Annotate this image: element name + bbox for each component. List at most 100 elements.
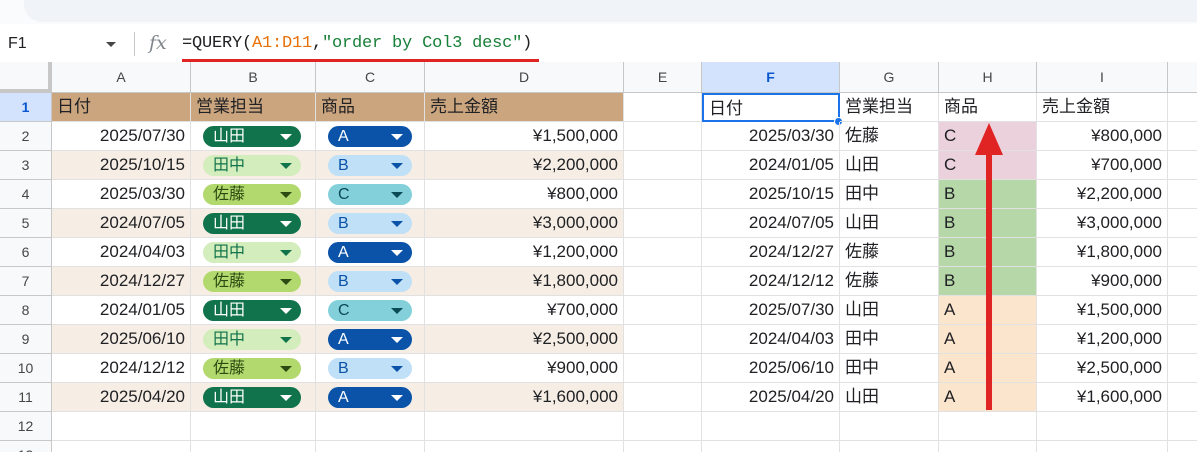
source-date-cell[interactable]: 2024/07/05: [52, 209, 191, 238]
cell[interactable]: [624, 325, 702, 354]
source-amount-cell[interactable]: ¥1,200,000: [425, 238, 624, 267]
result-rep-cell[interactable]: 山田: [840, 383, 939, 412]
row-header[interactable]: 7: [0, 267, 52, 296]
cell[interactable]: [1168, 412, 1197, 441]
column-header-a[interactable]: A: [52, 62, 191, 93]
result-header-cell[interactable]: 日付: [702, 93, 843, 126]
result-date-cell[interactable]: 2024/12/27: [702, 238, 840, 267]
source-header-cell[interactable]: 日付: [52, 93, 191, 122]
source-rep-cell[interactable]: 山田: [191, 122, 316, 151]
dropdown-arrow-icon[interactable]: [391, 395, 403, 401]
dropdown-arrow-icon[interactable]: [391, 279, 403, 285]
row-header[interactable]: 3: [0, 151, 52, 180]
result-header-cell[interactable]: 営業担当: [840, 93, 939, 122]
source-header-cell[interactable]: 売上金額: [425, 93, 624, 122]
source-rep-cell[interactable]: 田中: [191, 238, 316, 267]
dropdown-arrow-icon[interactable]: [391, 250, 403, 256]
rep-dropdown-chip[interactable]: 田中: [203, 242, 301, 263]
result-date-cell[interactable]: 2025/06/10: [702, 354, 840, 383]
product-dropdown-chip[interactable]: B: [328, 213, 412, 234]
cell[interactable]: [1037, 441, 1168, 452]
source-amount-cell[interactable]: ¥900,000: [425, 354, 624, 383]
source-date-cell[interactable]: 2025/04/20: [52, 383, 191, 412]
result-rep-cell[interactable]: 山田: [840, 151, 939, 180]
source-rep-cell[interactable]: 山田: [191, 209, 316, 238]
result-rep-cell[interactable]: 田中: [840, 180, 939, 209]
source-date-cell[interactable]: 2025/03/30: [52, 180, 191, 209]
source-amount-cell[interactable]: ¥1,800,000: [425, 267, 624, 296]
dropdown-arrow-icon[interactable]: [391, 337, 403, 343]
product-dropdown-chip[interactable]: A: [328, 329, 412, 350]
dropdown-arrow-icon[interactable]: [391, 192, 403, 198]
source-rep-cell[interactable]: 田中: [191, 325, 316, 354]
source-rep-cell[interactable]: 山田: [191, 296, 316, 325]
cell[interactable]: [624, 441, 702, 452]
column-header-f[interactable]: F: [702, 62, 840, 93]
row-header[interactable]: 5: [0, 209, 52, 238]
result-amount-cell[interactable]: ¥700,000: [1037, 151, 1168, 180]
product-dropdown-chip[interactable]: A: [328, 387, 412, 408]
select-all-corner[interactable]: [0, 62, 52, 93]
cell[interactable]: [624, 267, 702, 296]
cell[interactable]: [840, 441, 939, 452]
cell[interactable]: [1168, 325, 1197, 354]
result-date-cell[interactable]: 2025/04/20: [702, 383, 840, 412]
column-header-h[interactable]: H: [939, 62, 1037, 93]
rep-dropdown-chip[interactable]: 佐藤: [203, 271, 301, 292]
cell[interactable]: [624, 151, 702, 180]
source-rep-cell[interactable]: 田中: [191, 151, 316, 180]
chevron-down-icon[interactable]: [106, 42, 116, 47]
source-product-cell[interactable]: A: [316, 122, 425, 151]
dropdown-arrow-icon[interactable]: [280, 366, 292, 372]
cell[interactable]: [425, 441, 624, 452]
source-product-cell[interactable]: C: [316, 296, 425, 325]
source-date-cell[interactable]: 2024/12/12: [52, 354, 191, 383]
result-date-cell[interactable]: 2024/07/05: [702, 209, 840, 238]
cell[interactable]: [1168, 180, 1197, 209]
cell[interactable]: [1168, 209, 1197, 238]
source-header-cell[interactable]: 商品: [316, 93, 425, 122]
source-amount-cell[interactable]: ¥3,000,000: [425, 209, 624, 238]
dropdown-arrow-icon[interactable]: [391, 308, 403, 314]
source-date-cell[interactable]: 2024/12/27: [52, 267, 191, 296]
source-rep-cell[interactable]: 佐藤: [191, 180, 316, 209]
result-amount-cell[interactable]: ¥900,000: [1037, 267, 1168, 296]
column-header-d[interactable]: D: [425, 62, 624, 93]
cell[interactable]: [702, 412, 840, 441]
source-rep-cell[interactable]: 佐藤: [191, 354, 316, 383]
cell[interactable]: [624, 180, 702, 209]
column-header-c[interactable]: C: [316, 62, 425, 93]
cell[interactable]: [624, 383, 702, 412]
cell[interactable]: [624, 93, 702, 122]
product-dropdown-chip[interactable]: C: [328, 300, 412, 321]
product-dropdown-chip[interactable]: B: [328, 358, 412, 379]
cell[interactable]: [939, 441, 1037, 452]
result-amount-cell[interactable]: ¥800,000: [1037, 122, 1168, 151]
rep-dropdown-chip[interactable]: 山田: [203, 126, 301, 147]
result-date-cell[interactable]: 2024/01/05: [702, 151, 840, 180]
result-date-cell[interactable]: 2025/03/30: [702, 122, 840, 151]
source-date-cell[interactable]: 2025/07/30: [52, 122, 191, 151]
result-amount-cell[interactable]: ¥1,600,000: [1037, 383, 1168, 412]
cell[interactable]: [624, 296, 702, 325]
cell[interactable]: [191, 412, 316, 441]
dropdown-arrow-icon[interactable]: [280, 163, 292, 169]
dropdown-arrow-icon[interactable]: [280, 308, 292, 314]
result-rep-cell[interactable]: 田中: [840, 354, 939, 383]
dropdown-arrow-icon[interactable]: [280, 395, 292, 401]
row-header[interactable]: 10: [0, 354, 52, 383]
column-header-b[interactable]: B: [191, 62, 316, 93]
cell[interactable]: [1168, 238, 1197, 267]
source-header-cell[interactable]: 営業担当: [191, 93, 316, 122]
product-dropdown-chip[interactable]: A: [328, 126, 412, 147]
result-rep-cell[interactable]: 田中: [840, 325, 939, 354]
product-dropdown-chip[interactable]: B: [328, 155, 412, 176]
product-dropdown-chip[interactable]: C: [328, 184, 412, 205]
cell[interactable]: [1168, 383, 1197, 412]
result-rep-cell[interactable]: 山田: [840, 209, 939, 238]
dropdown-arrow-icon[interactable]: [391, 366, 403, 372]
row-header[interactable]: 13: [0, 441, 52, 452]
cell[interactable]: [1168, 93, 1197, 122]
row-header[interactable]: 1: [0, 93, 52, 122]
result-header-cell[interactable]: 売上金額: [1037, 93, 1168, 122]
